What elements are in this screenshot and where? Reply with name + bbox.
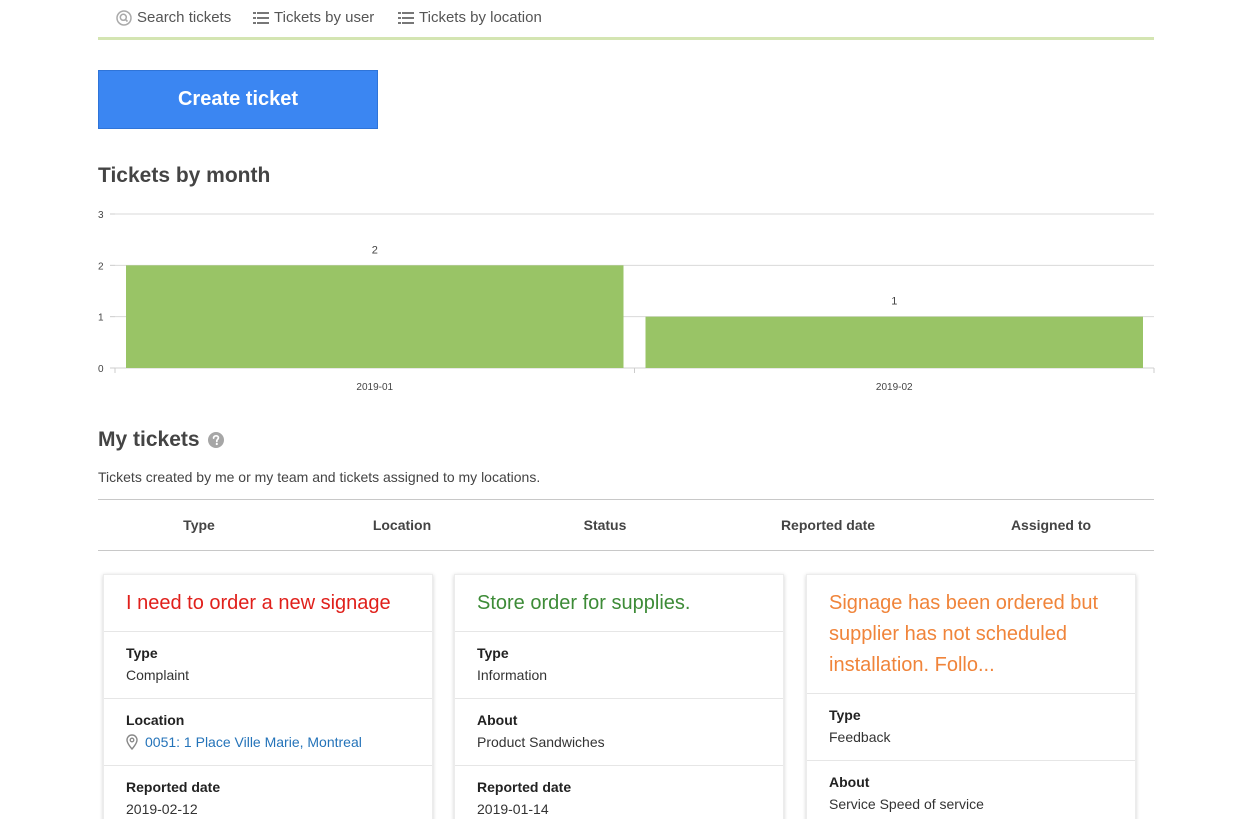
nav-search-label: Search tickets: [137, 9, 232, 26]
chart-bar: [126, 265, 624, 368]
chart-data-label: 2: [372, 244, 378, 256]
top-nav: Search tickets Tickets by user Tickets b…: [98, 0, 1154, 40]
field-label: Reported date: [477, 779, 572, 795]
field-label: About: [477, 712, 518, 728]
chart-y-tick-label: 3: [98, 210, 104, 221]
chart-y-tick-label: 0: [98, 364, 104, 375]
column-header-reported-date[interactable]: Reported date: [781, 517, 875, 533]
ticket-card[interactable]: Signage has been ordered but supplier ha…: [806, 574, 1136, 819]
my-tickets-label: My tickets: [98, 428, 200, 451]
ticket-field-about: About Service Speed of service: [807, 761, 1135, 819]
map-pin-icon: [126, 734, 138, 750]
ticket-field-type: Type Complaint: [104, 632, 432, 699]
field-value: Complaint: [126, 667, 190, 683]
nav-by-user-label: Tickets by user: [274, 9, 375, 26]
field-value: Service Speed of service: [829, 796, 984, 812]
field-label: Reported date: [126, 779, 221, 795]
field-label: Type: [477, 645, 509, 661]
chart-bar: [645, 316, 1143, 368]
chart-data-label: 1: [891, 296, 897, 308]
location-link-text[interactable]: 0051: 1 Place Ville Marie, Montreal: [145, 732, 362, 752]
ticket-field-location: Location 0051: 1 Place Ville Marie, Mont…: [104, 699, 432, 766]
field-value: Product Sandwiches: [477, 734, 605, 750]
field-value: Feedback: [829, 729, 891, 745]
ticket-field-about: About Product Sandwiches: [455, 699, 783, 766]
ticket-field-reported-date: Reported date 2019-01-14: [455, 766, 783, 819]
field-label: About: [829, 774, 870, 790]
chart-y-tick-label: 1: [98, 313, 104, 324]
chart-x-tick-label: 2019-02: [876, 382, 913, 393]
ticket-title[interactable]: I need to order a new signage: [104, 575, 432, 632]
ticket-card[interactable]: Store order for supplies. Type Informati…: [454, 574, 784, 819]
ticket-field-reported-date: Reported date 2019-02-12: [104, 766, 432, 819]
column-header-status[interactable]: Status: [584, 517, 627, 533]
search-icon: [116, 9, 132, 26]
ticket-field-type: Type Feedback: [807, 694, 1135, 761]
location-link[interactable]: 0051: 1 Place Ville Marie, Montreal: [126, 732, 410, 752]
ticket-field-type: Type Information: [455, 632, 783, 699]
nav-tickets-by-location[interactable]: Tickets by location: [398, 9, 542, 26]
field-label: Type: [829, 707, 861, 723]
column-header-assigned-to[interactable]: Assigned to: [1011, 517, 1091, 533]
field-label: Type: [126, 645, 158, 661]
ticket-card[interactable]: I need to order a new signage Type Compl…: [103, 574, 433, 819]
field-value: 2019-02-12: [126, 801, 198, 817]
field-label: Location: [126, 712, 185, 728]
chart-svg: 0 1 2 3 2 2019-01 1 2019-02: [98, 210, 1155, 393]
ticket-title[interactable]: Signage has been ordered but supplier ha…: [807, 575, 1135, 694]
chart-x-tick-label: 2019-01: [356, 382, 393, 393]
column-header-location[interactable]: Location: [373, 517, 431, 533]
nav-by-location-label: Tickets by location: [419, 9, 542, 26]
chart-y-tick-label: 2: [98, 261, 104, 272]
nav-search-tickets[interactable]: Search tickets: [116, 9, 231, 26]
tickets-description: Tickets created by me or my team and tic…: [98, 469, 541, 485]
chart-section-title: Tickets by month: [98, 164, 271, 187]
tickets-by-month-chart: 0 1 2 3 2 2019-01 1 2019-02: [90, 200, 1160, 400]
create-ticket-button[interactable]: Create ticket: [98, 70, 378, 129]
field-value: 2019-01-14: [477, 801, 549, 817]
list-icon: [253, 11, 269, 24]
tickets-table-header: Type Location Status Reported date Assig…: [98, 499, 1154, 551]
list-icon: [398, 11, 414, 24]
ticket-title[interactable]: Store order for supplies.: [455, 575, 783, 632]
field-value: Information: [477, 667, 548, 683]
nav-tickets-by-user[interactable]: Tickets by user: [253, 9, 374, 26]
my-tickets-title: My tickets: [98, 428, 224, 452]
help-icon[interactable]: [207, 432, 224, 449]
column-header-type[interactable]: Type: [183, 517, 215, 533]
